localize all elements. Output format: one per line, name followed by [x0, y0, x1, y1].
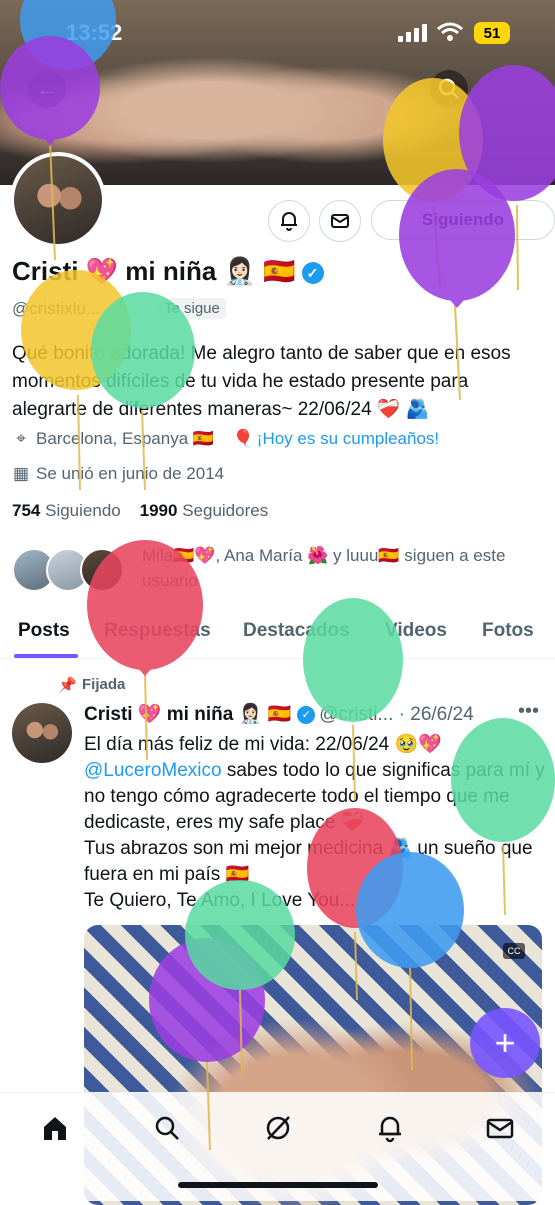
profile-display-name: Cristi 💖 mi niña 👩🏻‍⚕️ 🇪🇸 ✓ [12, 256, 324, 287]
tab-posts[interactable]: Posts [18, 620, 70, 642]
post-text: El día más feliz de mi vida: 22/06/24 🥹💖… [84, 732, 546, 914]
profile-avatar[interactable] [10, 152, 106, 248]
back-button[interactable]: ← [28, 70, 66, 108]
followers-label: Seguidores [182, 501, 269, 520]
follows-you-badge: Te sigue [158, 298, 226, 319]
tab-photos[interactable]: Fotos [482, 620, 534, 642]
pinned-text: Fijada [82, 676, 126, 693]
display-name-text: Cristi 💖 mi niña 👩🏻‍⚕️ 🇪🇸 [12, 256, 296, 286]
profile-location: Barcelona, Espanya 🇪🇸 [36, 429, 215, 448]
post-mention-link[interactable]: @LuceroMexico [84, 760, 222, 781]
followers-count: 1990 [139, 501, 178, 520]
avatar [80, 548, 124, 592]
followers-count-link[interactable]: 1990 Seguidores [140, 501, 269, 520]
status-time: 13:52 [66, 20, 123, 45]
post-header: Cristi 💖 mi niña 👩🏻‍⚕️ 🇪🇸 ✓ @cristi... · 2… [84, 702, 474, 726]
home-indicator [178, 1182, 378, 1188]
profile-handle: @cristixlu... [12, 299, 101, 318]
post-text-intro: El día más feliz de mi vida: 22/06/24 🥹💖 [84, 734, 442, 755]
post-author-name[interactable]: Cristi 💖 mi niña 👩🏻‍⚕️ 🇪🇸 [84, 704, 291, 725]
calendar-icon: ▦ [12, 464, 30, 483]
notifications-button[interactable] [268, 200, 310, 242]
profile-joined: Se unió en junio de 2014 [36, 464, 225, 483]
bell-icon[interactable] [375, 1113, 405, 1143]
followers-you-know-avatars[interactable] [12, 548, 124, 592]
following-label: Siguiendo [45, 501, 121, 520]
tab-highlights[interactable]: Destacados [243, 620, 350, 642]
more-options-icon[interactable]: ••• [518, 700, 539, 723]
status-bar: 13:52 51 [0, 0, 555, 62]
profile-joined-row: ▦ Se unió en junio de 2014 [12, 464, 224, 484]
balloon-icon: 🎈 [232, 429, 254, 448]
following-count-link[interactable]: 754 Siguiendo [12, 501, 121, 520]
signal-icon [398, 24, 428, 42]
bell-plus-icon [281, 212, 297, 231]
pinned-label: 📌 Fijada [58, 676, 126, 694]
mail-icon[interactable] [485, 1113, 515, 1143]
pin-icon: 📌 [58, 677, 77, 694]
profile-bio: Qué bonito adorada! Me alegro tanto de s… [12, 343, 511, 420]
profile-birthday[interactable]: ¡Hoy es su cumpleaños! [257, 429, 439, 448]
profile-counts: 754 Siguiendo 1990 Seguidores [12, 501, 268, 521]
plus-icon: + [494, 1022, 516, 1063]
followers-you-know-text[interactable]: Mila🇪🇸💖, Ana María 🌺 y luuu🇪🇸 siguen a e… [142, 543, 542, 593]
search-icon[interactable] [152, 1113, 182, 1143]
battery-indicator: 51 [474, 22, 510, 44]
following-count: 754 [12, 501, 41, 520]
closed-captions-icon[interactable]: CC [503, 943, 525, 959]
verified-badge-icon: ✓ [297, 705, 316, 724]
post-avatar[interactable] [12, 703, 72, 763]
compose-button[interactable]: + [470, 1008, 540, 1078]
post-text-body: sabes todo lo que significas para mí y n… [84, 760, 545, 911]
arrow-left-icon: ← [36, 76, 58, 101]
search-icon [438, 78, 459, 99]
mail-icon [331, 214, 349, 228]
search-button[interactable] [430, 70, 468, 108]
location-pin-icon: ⌖ [16, 429, 26, 448]
verified-badge-icon[interactable]: ✓ [301, 262, 324, 285]
grok-icon[interactable] [263, 1113, 293, 1143]
active-tab-indicator [14, 654, 78, 658]
home-icon[interactable] [40, 1113, 70, 1143]
message-button[interactable] [319, 200, 361, 242]
profile-tabs: Posts Respuestas Destacados Videos Fotos [0, 610, 555, 659]
following-button[interactable]: Siguiendo [371, 200, 555, 240]
wifi-icon [437, 22, 463, 41]
tab-videos[interactable]: Videos [385, 620, 447, 642]
tab-replies[interactable]: Respuestas [104, 620, 211, 642]
post-date[interactable]: · 26/6/24 [399, 704, 474, 725]
post-author-handle[interactable]: @cristi... [319, 704, 393, 725]
profile-meta-row: ⌖ Barcelona, Espanya 🇪🇸 🎈 ¡Hoy es su cumpl… [12, 429, 439, 449]
